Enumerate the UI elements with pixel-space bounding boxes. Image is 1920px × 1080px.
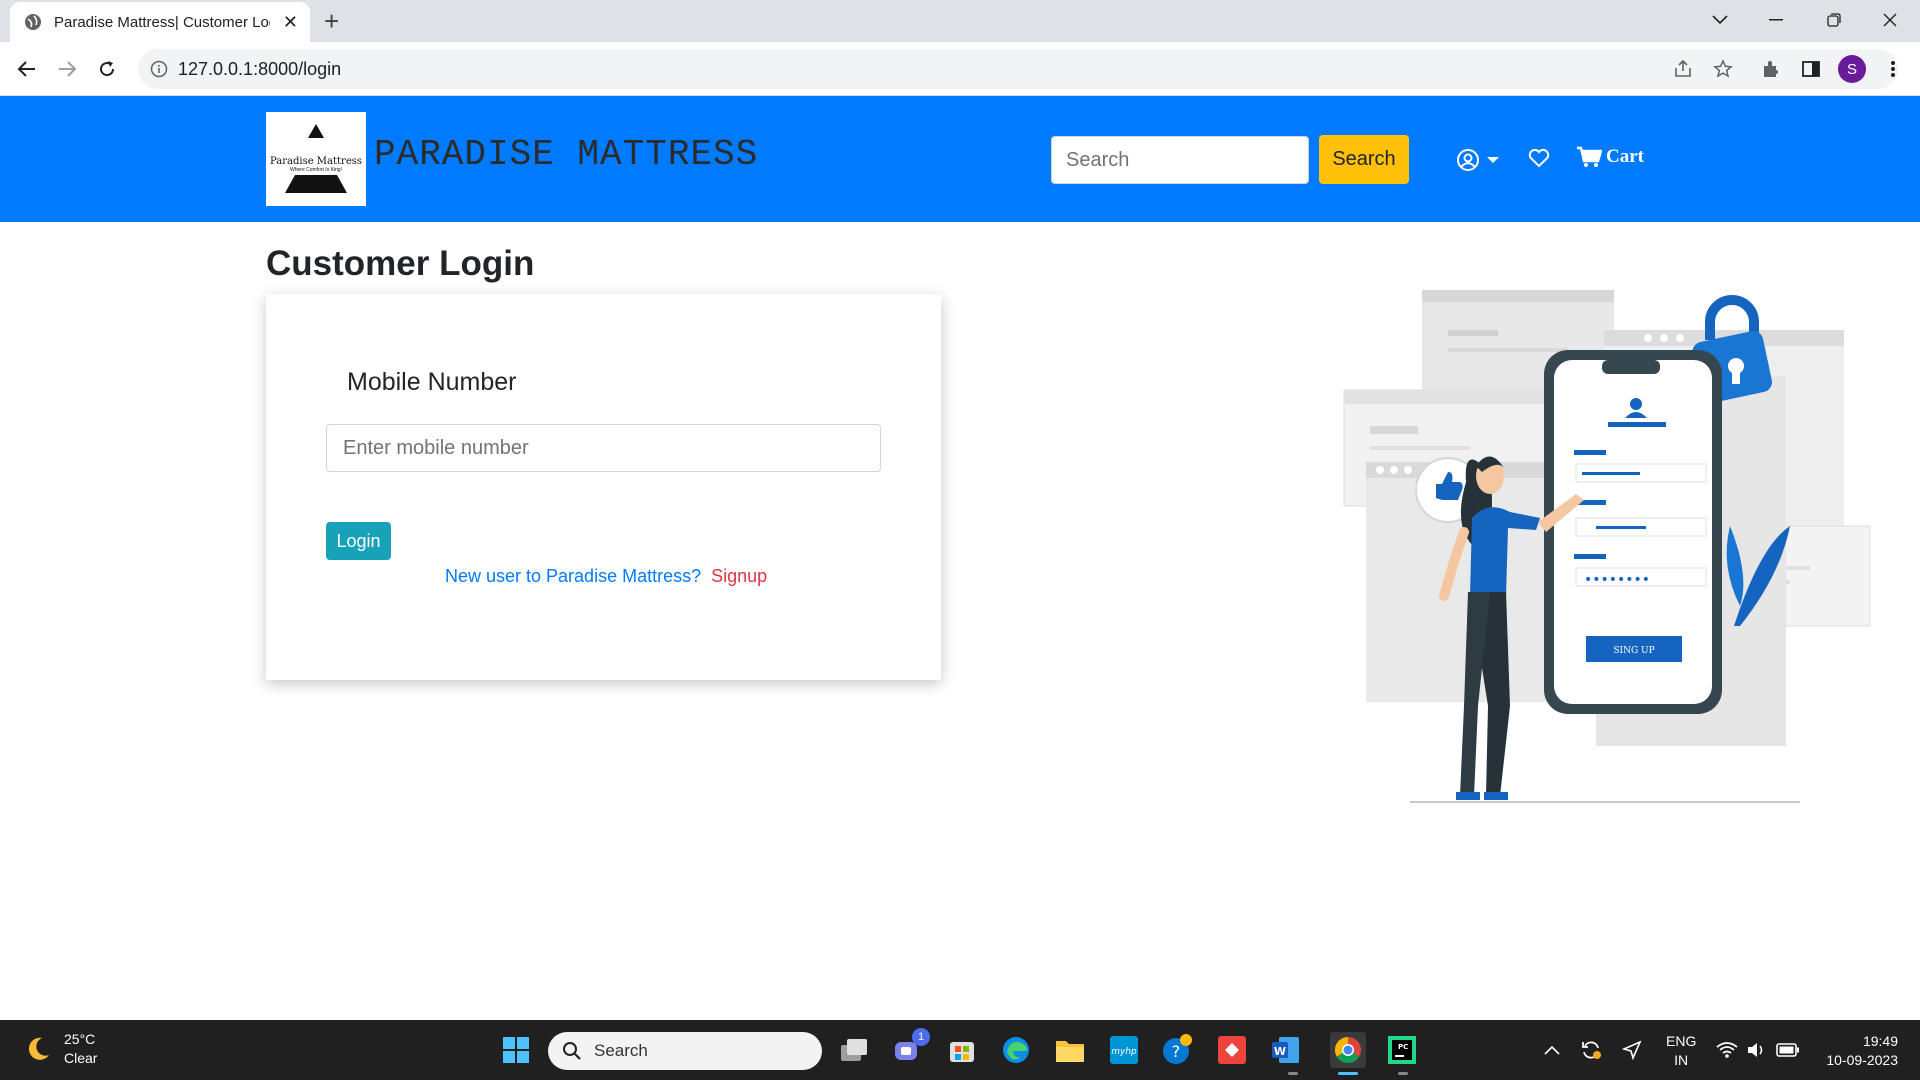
get-help-icon[interactable]: ? — [1160, 1032, 1196, 1068]
close-window-button[interactable] — [1862, 0, 1918, 40]
search-input[interactable]: Search — [1051, 136, 1309, 184]
minimize-button[interactable] — [1748, 0, 1804, 40]
teams-badge: 1 — [912, 1028, 930, 1046]
moon-icon — [28, 1037, 49, 1060]
windows-start-icon[interactable] — [498, 1032, 534, 1068]
svg-text:W: W — [1274, 1045, 1286, 1058]
browser-tab[interactable]: Paradise Mattress| Customer Log ✕ — [10, 2, 310, 42]
weather-temp: 25°C — [64, 1031, 96, 1047]
cart-icon — [1577, 146, 1602, 167]
browser-toolbar: 127.0.0.1:8000/login S — [0, 42, 1920, 96]
word-icon[interactable]: W — [1268, 1032, 1304, 1068]
brand-name[interactable]: PARADISE MATTRESS — [374, 134, 758, 175]
site-header: Paradise Mattress Where Comfort Is King!… — [0, 96, 1920, 222]
illustration-password-dots: •••••••• — [1584, 572, 1650, 588]
forward-arrow-icon[interactable] — [52, 54, 82, 84]
signup-illustration: •••••••• SING UP — [1343, 290, 1871, 803]
file-explorer-icon[interactable] — [1052, 1032, 1088, 1068]
tab-search-chevron-icon[interactable] — [1692, 0, 1748, 40]
menu-kebab-icon[interactable] — [1878, 54, 1908, 84]
account-dropdown[interactable] — [1456, 148, 1500, 172]
mobile-number-label: Mobile Number — [347, 368, 517, 396]
input-language[interactable]: ENG IN — [1666, 1032, 1696, 1070]
task-view-icon[interactable] — [836, 1032, 872, 1068]
clock-time: 19:49 — [1862, 1033, 1898, 1049]
profile-avatar[interactable]: S — [1838, 55, 1866, 83]
svg-text:PC: PC — [1398, 1043, 1408, 1051]
globe-icon — [25, 14, 41, 30]
page-title: Customer Login — [266, 244, 535, 283]
system-clock[interactable]: 19:49 10-09-2023 — [1818, 1032, 1898, 1070]
word-running-indicator — [1288, 1072, 1298, 1075]
taskbar-search-label: Search — [594, 1041, 648, 1060]
volume-icon[interactable] — [1746, 1020, 1768, 1080]
share-icon[interactable] — [1668, 54, 1698, 84]
weather-widget[interactable]: 25°C Clear — [24, 1030, 97, 1068]
cart-link[interactable]: Cart — [1576, 146, 1644, 168]
search-button[interactable]: Search — [1319, 135, 1409, 184]
sync-icon[interactable] — [1580, 1020, 1602, 1080]
url-text: 127.0.0.1:8000/login — [178, 58, 342, 79]
teams-chat-icon[interactable]: 1 — [890, 1028, 930, 1068]
myhp-icon[interactable]: myhp — [1106, 1032, 1142, 1068]
side-panel-icon[interactable] — [1796, 54, 1826, 84]
location-arrow-icon[interactable] — [1622, 1020, 1642, 1080]
restore-button[interactable] — [1806, 0, 1862, 40]
show-hidden-icons-chevron-icon[interactable] — [1544, 1020, 1560, 1080]
svg-text:myhp: myhp — [1111, 1047, 1137, 1057]
windows-taskbar: 25°C Clear Search 1 myhp ? W PC ENG IN 1… — [0, 1020, 1920, 1080]
user-circle-icon — [1457, 149, 1479, 171]
clock-date: 10-09-2023 — [1826, 1052, 1898, 1068]
taskbar-search[interactable]: Search — [548, 1032, 822, 1070]
login-button[interactable]: Login — [326, 522, 391, 560]
reload-icon[interactable] — [92, 54, 122, 84]
battery-icon[interactable] — [1776, 1020, 1800, 1080]
browser-tabstrip: Paradise Mattress| Customer Log ✕ + — [0, 0, 1920, 42]
mattress-pyramid-logo-icon — [308, 123, 324, 138]
extensions-icon[interactable] — [1756, 54, 1786, 84]
signup-link[interactable]: Signup — [711, 566, 767, 586]
search-icon — [563, 1042, 581, 1060]
lang-line2: IN — [1674, 1052, 1689, 1068]
pycharm-running-indicator — [1398, 1072, 1408, 1075]
address-bar[interactable]: 127.0.0.1:8000/login — [138, 49, 1898, 89]
caret-down-icon — [1487, 157, 1499, 163]
bookmark-star-icon[interactable] — [1708, 54, 1738, 84]
chrome-icon[interactable] — [1330, 1032, 1366, 1068]
login-card: Mobile Number Enter mobile number Login … — [266, 294, 941, 680]
cart-label: Cart — [1606, 146, 1644, 167]
microsoft-store-icon[interactable] — [944, 1032, 980, 1068]
site-logo[interactable]: Paradise Mattress Where Comfort Is King! — [266, 112, 366, 206]
pycharm-icon[interactable]: PC — [1384, 1032, 1420, 1068]
heart-icon[interactable] — [1528, 148, 1550, 168]
new-user-link[interactable]: New user to Paradise Mattress? — [445, 566, 701, 586]
svg-text:?: ? — [1172, 1042, 1181, 1061]
close-tab-icon[interactable]: ✕ — [283, 13, 298, 31]
mobile-number-input[interactable]: Enter mobile number — [326, 424, 881, 472]
chrome-active-indicator — [1338, 1072, 1358, 1075]
wifi-icon[interactable] — [1716, 1020, 1738, 1080]
logo-text: Paradise Mattress — [269, 155, 362, 167]
pyramid-base-icon — [285, 174, 347, 193]
weather-desc: Clear — [64, 1050, 98, 1066]
illustration-signup-text: SING UP — [1613, 646, 1654, 656]
info-icon[interactable] — [150, 60, 168, 78]
back-arrow-icon[interactable] — [12, 54, 42, 84]
anydesk-icon[interactable] — [1214, 1032, 1250, 1068]
new-tab-button[interactable]: + — [324, 6, 339, 36]
lang-line1: ENG — [1666, 1033, 1697, 1049]
signup-prompt: New user to Paradise Mattress? Signup — [445, 566, 767, 587]
tab-title: Paradise Mattress| Customer Log — [54, 13, 270, 31]
edge-browser-icon[interactable] — [998, 1032, 1034, 1068]
